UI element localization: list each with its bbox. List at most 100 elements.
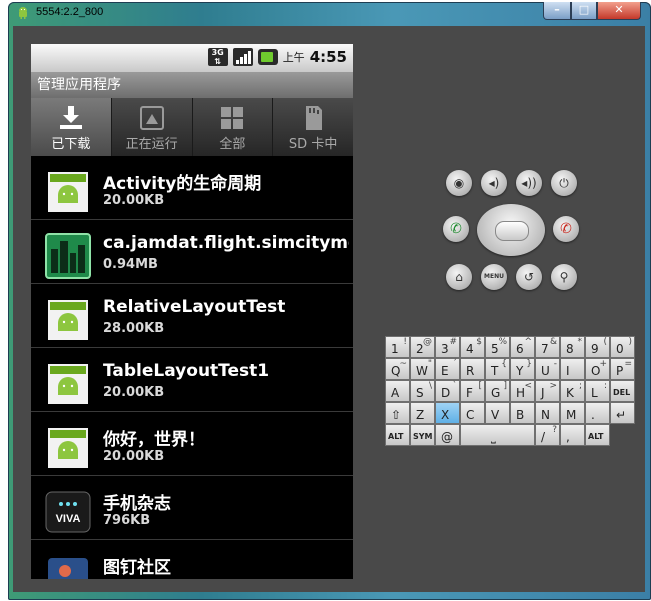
key-alt-label: @ <box>423 337 432 347</box>
app-size: 0.94MB <box>103 257 158 272</box>
key-label: 4 <box>466 342 474 356</box>
key-f[interactable]: F[ <box>460 380 485 402</box>
key-5[interactable]: 5% <box>485 336 510 358</box>
maximize-button[interactable]: □ <box>571 2 597 20</box>
key-b[interactable]: B <box>510 402 535 424</box>
list-item[interactable]: VIVA 手机杂志 796KB <box>31 476 353 540</box>
key-label: S <box>416 386 424 400</box>
key-space[interactable]: ⎵ <box>460 424 535 446</box>
android-app-icon <box>48 364 88 404</box>
call-button[interactable]: ✆ <box>443 216 469 242</box>
key-[interactable]: ↵ <box>610 402 635 424</box>
key-del[interactable]: DEL <box>610 380 635 402</box>
app-size: 20.00KB <box>103 193 165 208</box>
key-d[interactable]: D ` <box>435 380 460 402</box>
key-[interactable]: , <box>560 424 585 446</box>
app-name: ca.jamdat.flight.simcitymet <box>103 233 349 253</box>
keyboard-row: ⇧ Z X C V B N M. ↵ <box>385 402 635 424</box>
key-7[interactable]: 7 & <box>535 336 560 358</box>
key-[interactable]: ⇧ <box>385 402 410 424</box>
key-p[interactable]: P = <box>610 358 635 380</box>
power-button[interactable]: ⏻ <box>551 170 577 196</box>
close-button[interactable]: ✕ <box>597 2 641 20</box>
key-v[interactable]: V <box>485 402 510 424</box>
key-m[interactable]: M <box>560 402 585 424</box>
key-x[interactable]: X <box>435 402 460 424</box>
key-q[interactable]: Q ~ <box>385 358 410 380</box>
key-alt-label: ~ <box>399 359 407 369</box>
key-[interactable]: /? <box>535 424 560 446</box>
tab-downloaded[interactable]: 已下载 <box>31 98 112 156</box>
back-button[interactable]: ↺ <box>516 264 542 290</box>
key-label: 7 <box>541 342 549 356</box>
key-0[interactable]: 0) <box>610 336 635 358</box>
key-sym[interactable]: SYM <box>410 424 435 446</box>
key-9[interactable]: 9( <box>585 336 610 358</box>
key-4[interactable]: 4 $ <box>460 336 485 358</box>
key-8[interactable]: 8 * <box>560 336 585 358</box>
key-2[interactable]: 2 @ <box>410 336 435 358</box>
camera-button[interactable]: ◉ <box>446 170 472 196</box>
key-u[interactable]: U- <box>535 358 560 380</box>
search-button[interactable]: ⚲ <box>551 264 577 290</box>
key-label: P <box>616 364 624 378</box>
volume-down-button[interactable]: ◂) <box>481 170 507 196</box>
list-item[interactable]: 图钉社区 <box>31 540 353 579</box>
key-alt-label: = <box>624 359 632 369</box>
key-h[interactable]: H < <box>510 380 535 402</box>
end-call-button[interactable]: ✆ <box>553 216 579 242</box>
key-alt[interactable]: ALT <box>585 424 610 446</box>
running-icon <box>139 106 164 130</box>
key-1[interactable]: 1! <box>385 336 410 358</box>
home-button[interactable]: ⌂ <box>446 264 472 290</box>
list-item[interactable]: RelativeLayoutTest 28.00KB <box>31 284 353 348</box>
key-s[interactable]: S \ <box>410 380 435 402</box>
key-alt[interactable]: ALT <box>385 424 410 446</box>
key-w[interactable]: W " <box>410 358 435 380</box>
title-bar[interactable]: 5554:2.2_800 – □ ✕ <box>8 2 651 24</box>
key-[interactable]: . <box>585 402 610 424</box>
key-n[interactable]: N <box>535 402 560 424</box>
network-3g-icon: 3G ⇅ <box>207 48 228 66</box>
key-l[interactable]: L: <box>585 380 610 402</box>
key-alt-label: ] <box>503 381 507 391</box>
key-r[interactable]: R <box>460 358 485 380</box>
list-item[interactable]: 你好，世界！ 20.00KB <box>31 412 353 476</box>
key-label: , <box>566 430 570 444</box>
minimize-button[interactable]: – <box>543 2 571 20</box>
tab-bar: 已下载 正在运行 全部 SD 卡中 <box>31 98 353 156</box>
key-j[interactable]: J > <box>535 380 560 402</box>
dpad-center[interactable] <box>495 221 529 241</box>
app-name: Activity的生命周期 <box>103 174 262 194</box>
volume-up-button[interactable]: ◂)) <box>516 170 542 196</box>
key-a[interactable]: A <box>385 380 410 402</box>
list-item[interactable]: Activity的生命周期 20.00KB <box>31 156 353 220</box>
tab-running[interactable]: 正在运行 <box>111 98 193 156</box>
key-i[interactable]: I <box>560 358 585 380</box>
key-label: 6 <box>516 342 524 356</box>
key-6[interactable]: 6 ^ <box>510 336 535 358</box>
keyboard: 1! 2 @3 #4 $5% 6 ^ 7 & 8 * 9(0) Q ~ W " E ´ R T{Y} U - I O + P = … <box>385 336 635 446</box>
key-3[interactable]: 3 # <box>435 336 460 358</box>
menu-button[interactable]: MENU <box>481 264 507 290</box>
key-c[interactable]: C <box>460 402 485 424</box>
key-z[interactable]: Z <box>410 402 435 424</box>
key-y[interactable]: Y} <box>510 358 535 380</box>
dpad[interactable] <box>477 204 545 256</box>
tab-sdcard[interactable]: SD 卡中 <box>273 98 353 156</box>
key-o[interactable]: O + <box>585 358 610 380</box>
sdcard-icon <box>306 106 323 130</box>
key-label: 9 <box>591 342 599 356</box>
list-item[interactable]: TableLayoutTest1 20.00KB <box>31 348 353 412</box>
list-item[interactable]: ca.jamdat.flight.simcitymet 0.94MB <box>31 220 353 284</box>
key-g[interactable]: G] <box>485 380 510 402</box>
key-e[interactable]: E ´ <box>435 358 460 380</box>
key-alt-label: : <box>603 381 607 391</box>
key-alt-label: - <box>553 359 557 369</box>
key-[interactable]: @ <box>435 424 460 446</box>
key-t[interactable]: T{ <box>485 358 510 380</box>
key-alt-label: ( <box>603 337 607 347</box>
key-alt-label: ´ <box>452 359 458 369</box>
tab-all[interactable]: 全部 <box>192 98 274 156</box>
key-k[interactable]: K; <box>560 380 585 402</box>
